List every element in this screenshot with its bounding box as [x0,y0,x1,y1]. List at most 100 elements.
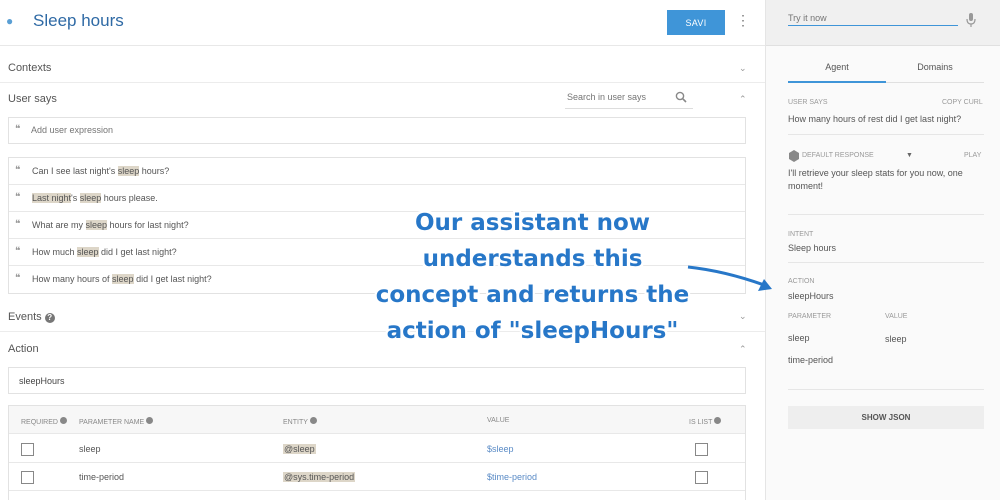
phrase-part: did I get last night? [133,274,212,284]
parameter-table-header: REQUIRED PARAMETER NAME ENTITY VALUE IS … [9,406,745,434]
training-phrase[interactable]: ❝ Can I see last night's sleep hours? [9,158,745,185]
help-icon[interactable] [146,417,154,424]
add-expression-field: ❝ [8,117,746,144]
required-checkbox[interactable] [21,471,34,484]
bot-hexagon-icon [789,150,799,162]
entity-highlight[interactable]: sleep [85,220,108,230]
play-button[interactable]: PLAY [964,152,981,159]
parameter-entity[interactable]: @sys.time-period [283,472,356,482]
parameter-name-header: PARAMETER NAME [79,417,154,426]
annotation-line: action of "sleepHours" [386,318,679,344]
is-list-checkbox[interactable] [695,443,708,456]
save-button[interactable]: SAVI [667,10,725,35]
header-text: IS LIST [689,419,713,426]
copy-curl-link[interactable]: COPY CURL [942,99,983,106]
action-value: sleepHours [788,291,834,301]
help-icon[interactable] [59,417,67,424]
parameter-label: PARAMETER [788,313,832,320]
search-input[interactable] [567,92,667,102]
search-icon[interactable] [675,91,687,103]
quote-icon: ❝ [15,246,21,257]
try-it-now-bar [766,0,1000,46]
user-says-section-label[interactable]: User says [8,93,57,105]
parameter-value[interactable]: $sleep [487,444,514,454]
annotation-line: concept and returns the [375,282,690,308]
phrase-text[interactable]: What are my sleep hours for last night? [32,220,189,230]
intent-title[interactable]: Sleep hours [33,11,124,31]
help-icon[interactable]: ? [44,313,55,323]
phrase-part: did I get last night? [98,247,177,257]
header-text: PARAMETER NAME [79,419,145,426]
divider [788,214,984,215]
annotation-line: Our assistant now [414,210,651,236]
header-text: REQUIRED [21,419,58,426]
annotation-callout: Our assistant now understands this conce… [355,205,710,349]
intent-value-link[interactable]: Sleep hours [788,243,836,253]
required-checkbox[interactable] [21,443,34,456]
phrase-text[interactable]: How many hours of sleep did I get last n… [32,274,212,284]
parameter-entity[interactable]: @sleep [283,444,316,454]
annotation-arrow [687,265,772,291]
action-label: ACTION [788,278,815,285]
dropdown-caret-icon[interactable]: ▼ [906,152,913,159]
add-expression-input[interactable] [31,125,531,135]
entity-header: ENTITY [283,417,317,426]
parameter-value[interactable]: $time-period [487,472,537,482]
entity-highlight[interactable]: sleep [112,274,134,284]
tab-agent[interactable]: Agent [788,56,886,83]
action-chevron-up-icon[interactable]: ⌃ [739,344,747,355]
phrase-text[interactable]: Can I see last night's sleep hours? [32,166,169,176]
default-response-label: DEFAULT RESPONSE [802,152,874,159]
phrase-part: hours for last night? [107,220,189,230]
phrase-text[interactable]: How much sleep did I get last night? [32,247,177,257]
action-section-label[interactable]: Action [8,343,39,355]
tab-domains[interactable]: Domains [886,56,984,83]
user-says-text: How many hours of rest did I get last ni… [788,114,962,124]
divider [788,262,984,263]
help-icon[interactable] [714,417,722,424]
parameter-row: time-period @sys.time-period $time-perio… [9,463,745,491]
phrase-part: hours please. [101,193,158,203]
action-field [8,367,746,394]
divider [788,134,984,135]
phrase-part: hours? [139,166,170,176]
is-list-checkbox[interactable] [695,471,708,484]
entity-highlight[interactable]: sleep [79,193,102,203]
events-label-text: Events [8,311,42,323]
entity-highlight[interactable]: Last night [32,193,72,203]
phrase-part: How many hours of [32,274,113,284]
show-json-button[interactable]: SHOW JSON [788,406,984,429]
events-chevron-down-icon[interactable]: ⌄ [739,311,747,322]
contexts-chevron-down-icon[interactable]: ⌄ [739,63,747,74]
parameter-name[interactable]: sleep [79,444,101,454]
value-label: VALUE [885,313,908,320]
contexts-section-label[interactable]: Contexts [8,62,51,74]
quote-icon: ❝ [15,192,21,203]
entity-highlight[interactable]: sleep [77,247,99,257]
required-header: REQUIRED [21,417,67,426]
microphone-icon[interactable] [966,12,976,28]
phrase-part: What are my [32,220,86,230]
parameter-value: sleep [885,334,907,344]
phrase-part: 's [71,193,80,203]
phrase-text[interactable]: Last night's sleep hours please. [32,193,158,203]
test-console: Agent Domains USER SAYS COPY CURL How ma… [765,0,1000,500]
user-says-label: USER SAYS [788,99,828,106]
header-text: ENTITY [283,419,308,426]
search-box [565,89,693,109]
is-list-header: IS LIST [689,417,722,426]
intent-dot-icon: ● [6,14,14,28]
parameter-name: time-period [788,355,834,365]
divider [0,82,765,83]
action-input[interactable] [19,376,319,386]
try-it-now-input[interactable] [788,13,958,26]
parameter-name: sleep [788,333,810,343]
user-says-chevron-up-icon[interactable]: ⌃ [739,94,747,105]
intent-label: INTENT [788,231,814,238]
quote-icon: ❝ [15,219,21,230]
kebab-menu-icon[interactable]: ⋮ [736,13,750,27]
parameter-name[interactable]: time-period [79,472,124,482]
help-icon[interactable] [309,417,317,424]
events-section-label[interactable]: Events ? [8,311,55,323]
entity-highlight[interactable]: sleep [117,166,140,176]
